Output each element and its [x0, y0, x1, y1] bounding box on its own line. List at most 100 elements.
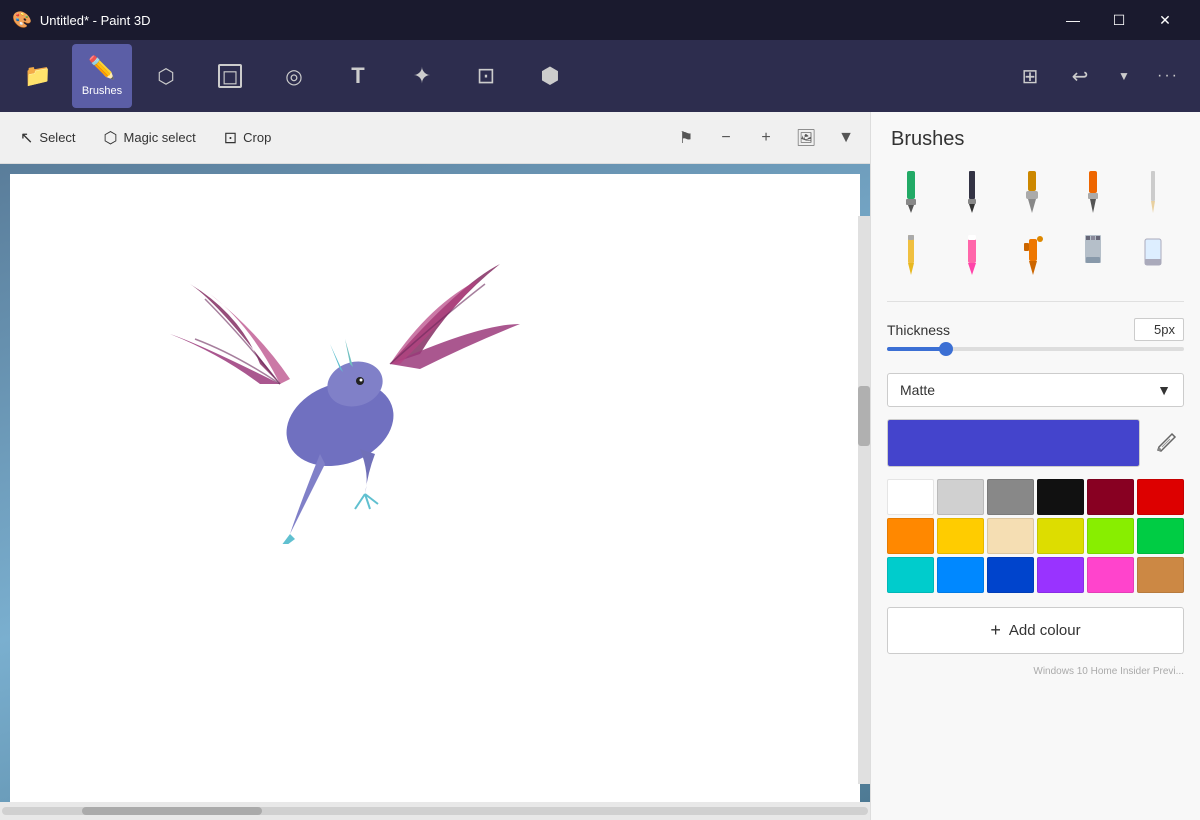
plus-icon: + — [990, 620, 1001, 641]
color-darkred[interactable] — [1087, 479, 1134, 515]
thickness-section: Thickness 5px — [871, 310, 1200, 367]
color-black[interactable] — [1037, 479, 1084, 515]
color-yellow[interactable] — [937, 518, 984, 554]
color-blue[interactable] — [987, 557, 1034, 593]
thickness-slider[interactable] — [887, 347, 1184, 351]
brush-spray[interactable] — [1008, 225, 1056, 281]
scrollbar-thumb[interactable] — [82, 807, 262, 815]
canvas-scrollbar-thumb[interactable] — [858, 386, 870, 446]
color-palette — [887, 479, 1184, 593]
toolbar-text[interactable]: T — [328, 44, 388, 108]
divider-1 — [887, 301, 1184, 302]
dragon-image — [160, 224, 540, 544]
brush-marker[interactable] — [887, 163, 935, 219]
maximize-button[interactable]: ☐ — [1096, 0, 1142, 40]
add-colour-btn[interactable]: + Add colour — [887, 607, 1184, 654]
more-options-btn[interactable]: ··· — [1144, 52, 1192, 100]
file-icon: 📁 — [24, 63, 51, 89]
window-title: Untitled* - Paint 3D — [40, 13, 151, 28]
effects-icon: ◎ — [285, 64, 302, 89]
undo-btn[interactable]: ↩ — [1056, 52, 1104, 100]
slider-thumb[interactable] — [939, 342, 953, 356]
text-icon: T — [351, 63, 364, 89]
texture-dropdown[interactable]: Matte ▼ — [887, 373, 1184, 407]
color-brightyellow[interactable] — [1037, 518, 1084, 554]
color-lightblue[interactable] — [937, 557, 984, 593]
undo-icon: ↩ — [1072, 64, 1089, 89]
close-button[interactable]: ✕ — [1142, 0, 1188, 40]
toolbar-3d[interactable]: ◻ — [200, 44, 260, 108]
select-arrow-icon: ↖ — [20, 128, 33, 148]
crop-btn[interactable]: ⊡ Crop — [212, 119, 284, 157]
color-green[interactable] — [1137, 518, 1184, 554]
brush-oil[interactable] — [1008, 163, 1056, 219]
color-red[interactable] — [1137, 479, 1184, 515]
title-bar-controls: — ☐ ✕ — [1050, 0, 1188, 40]
color-lightgreen[interactable] — [1087, 518, 1134, 554]
drawing-canvas[interactable] — [10, 174, 860, 802]
magic-select-icon: ⬡ — [104, 128, 118, 148]
sub-toolbar: ↖ Select ⬡ Magic select ⊡ Crop ⚑ − + 🖼 ▼ — [0, 112, 870, 164]
toolbar-brushes[interactable]: ✏️ Brushes — [72, 44, 132, 108]
panel-title: Brushes — [871, 112, 1200, 163]
select-tool-btn[interactable]: ↖ Select — [8, 119, 88, 157]
color-gray[interactable] — [987, 479, 1034, 515]
add-colour-label: Add colour — [1009, 622, 1081, 639]
color-brown[interactable] — [1137, 557, 1184, 593]
status-text: Windows 10 Home Insider Previ... — [1033, 666, 1184, 677]
toolbar-effects[interactable]: ◎ — [264, 44, 324, 108]
brush-pencil2[interactable] — [887, 225, 935, 281]
minus-btn[interactable]: − — [710, 122, 742, 154]
crop-label: Crop — [243, 130, 271, 145]
canvas-settings-icon: ⊞ — [1022, 64, 1039, 89]
thickness-label: Thickness — [887, 322, 950, 338]
brush-calligraphy[interactable] — [948, 163, 996, 219]
magic-select-btn[interactable]: ⬡ Magic select — [92, 119, 208, 157]
brushes-label: Brushes — [82, 85, 122, 97]
toolbar-crop-area[interactable]: ⊡ — [456, 44, 516, 108]
brush-eraser[interactable] — [1129, 225, 1177, 281]
toolbar-right: ⊞ ↩ ▼ ··· — [1006, 52, 1192, 100]
brushes-icon: ✏️ — [88, 55, 115, 81]
expand-btn[interactable]: ▼ — [830, 122, 862, 154]
title-bar: 🎨 Untitled* - Paint 3D — ☐ ✕ — [0, 0, 1200, 40]
canvas-horizontal-scrollbar[interactable] — [0, 802, 870, 820]
brushes-grid — [871, 163, 1200, 293]
canvas-content[interactable] — [0, 164, 870, 802]
magic-select-label: Magic select — [124, 130, 196, 145]
toolbar-2dshapes[interactable]: ⬡ — [136, 44, 196, 108]
color-pink[interactable] — [1087, 557, 1134, 593]
3d-icon: ◻ — [218, 64, 242, 88]
color-wheat[interactable] — [987, 518, 1034, 554]
main-area: ↖ Select ⬡ Magic select ⊡ Crop ⚑ − + 🖼 ▼ — [0, 112, 1200, 820]
color-purple[interactable] — [1037, 557, 1084, 593]
color-white[interactable] — [887, 479, 934, 515]
undo-dropdown-btn[interactable]: ▼ — [1106, 52, 1142, 100]
flag-btn[interactable]: ⚑ — [670, 122, 702, 154]
color-cyan[interactable] — [887, 557, 934, 593]
color-swatch-area — [887, 419, 1184, 467]
toolbar-file[interactable]: 📁 — [8, 44, 68, 108]
canvas-vertical-scrollbar[interactable] — [858, 216, 870, 784]
plus-btn[interactable]: + — [750, 122, 782, 154]
main-toolbar: 📁 ✏️ Brushes ⬡ ◻ ◎ T ✦ ⊡ ⬢ ⊞ ↩ ▼ ··· — [0, 40, 1200, 112]
scrollbar-track — [2, 807, 868, 815]
thickness-row: Thickness 5px — [887, 318, 1184, 341]
brush-watercolour[interactable] — [1069, 163, 1117, 219]
status-info: Windows 10 Home Insider Previ... — [871, 662, 1200, 681]
brush-pencil-thin[interactable] — [1129, 163, 1177, 219]
toolbar-stickers[interactable]: ✦ — [392, 44, 452, 108]
sub-toolbar-right: ⚑ − + 🖼 ▼ — [670, 122, 862, 154]
canvas-settings-btn[interactable]: ⊞ — [1006, 52, 1054, 100]
brush-pixel[interactable] — [1069, 225, 1117, 281]
color-orange[interactable] — [887, 518, 934, 554]
eyedropper-btn[interactable] — [1148, 425, 1184, 461]
toolbar-3dview[interactable]: ⬢ — [520, 44, 580, 108]
brush-crayon[interactable] — [948, 225, 996, 281]
minimize-button[interactable]: — — [1050, 0, 1096, 40]
color-lightgray[interactable] — [937, 479, 984, 515]
image-btn[interactable]: 🖼 — [790, 122, 822, 154]
right-panel: Brushes — [870, 112, 1200, 820]
dropdown-chevron-icon: ▼ — [1157, 382, 1171, 398]
active-color-swatch[interactable] — [887, 419, 1140, 467]
